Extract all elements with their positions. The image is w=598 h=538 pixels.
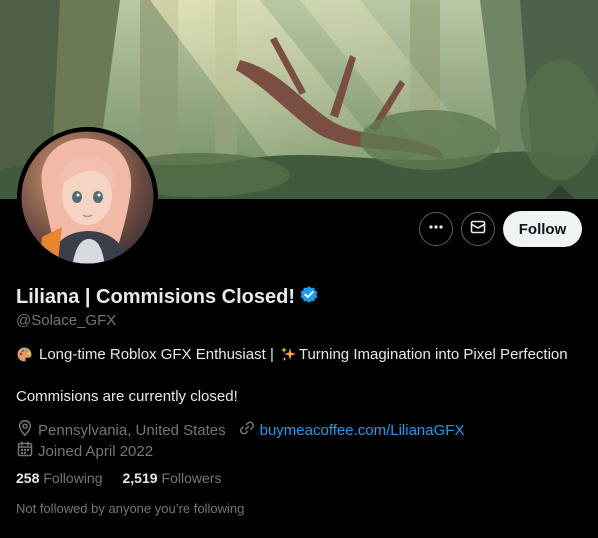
bio-line-1: Long-time Roblox GFX Enthusiast | Turnin… [16, 346, 568, 363]
profile-handle: @Solace_GFX [16, 312, 117, 329]
palette-emoji-icon [16, 346, 33, 363]
joined-text: Joined April 2022 [38, 442, 154, 460]
bio-line-2: Commisions are currently closed! [16, 388, 238, 405]
following-label: Following [43, 470, 103, 486]
following-count: 258 [16, 470, 40, 486]
more-icon [428, 219, 444, 240]
location-text: Pennsylvania, United States [38, 421, 226, 439]
profile-meta-row-1: Pennsylvania, United States buymeacoffee… [16, 419, 464, 441]
website-link[interactable]: buymeacoffee.com/LilianaGFX [260, 422, 465, 439]
profile-stats: 258 Following 2,519 Followers [16, 470, 221, 486]
profile-name-row: Liliana | Commisions Closed! [16, 285, 319, 310]
profile-meta-row-2: Joined April 2022 [16, 440, 153, 462]
location-item: Pennsylvania, United States [16, 419, 226, 441]
display-name: Liliana | Commisions Closed! [16, 286, 295, 308]
profile-page: Follow Liliana | Commisions Closed! @Sol… [0, 0, 598, 538]
verified-badge-icon[interactable] [299, 285, 319, 310]
followers-count: 2,519 [122, 470, 158, 486]
followers-label: Followers [161, 470, 222, 486]
sparkles-emoji-icon [280, 346, 297, 363]
mail-icon [469, 218, 487, 241]
more-button[interactable] [419, 212, 453, 246]
avatar[interactable] [17, 127, 158, 268]
message-button[interactable] [461, 212, 495, 246]
link-icon [238, 419, 260, 441]
location-pin-icon [16, 419, 38, 441]
following-link[interactable]: 258 Following [16, 470, 103, 486]
followers-link[interactable]: 2,519 Followers [123, 470, 222, 486]
profile-actions: Follow [419, 211, 582, 247]
joined-item: Joined April 2022 [16, 440, 153, 462]
website-item: buymeacoffee.com/LilianaGFX [238, 419, 465, 441]
bio-text-part-1: Long-time Roblox GFX Enthusiast | [39, 346, 274, 363]
bio-text-part-2: Turning Imagination into Pixel Perfectio… [298, 346, 568, 363]
follow-button[interactable]: Follow [503, 211, 582, 247]
avatar-image [17, 127, 158, 268]
followers-you-know-note: Not followed by anyone you’re following [16, 501, 245, 516]
calendar-icon [16, 440, 38, 462]
